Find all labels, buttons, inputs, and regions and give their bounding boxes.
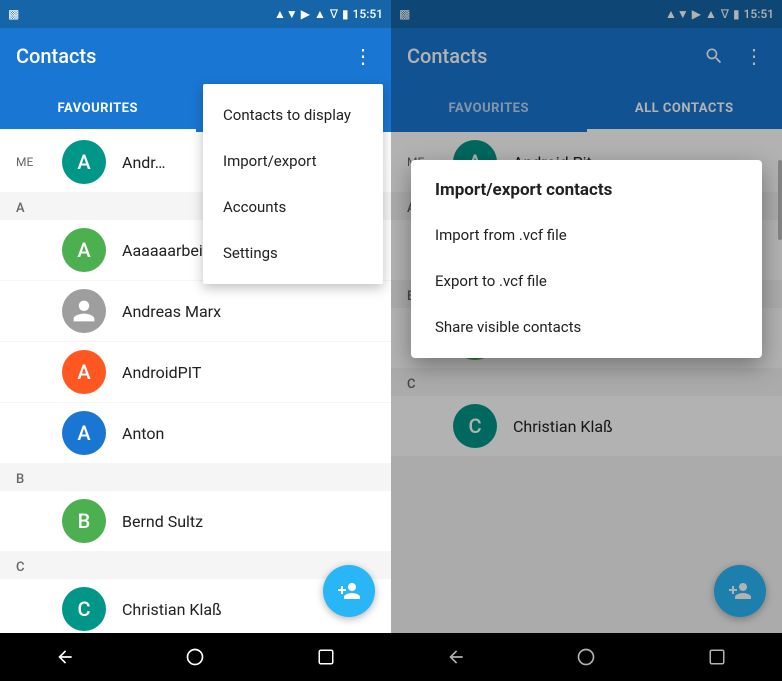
fab-add-contact-left[interactable]: [323, 565, 375, 617]
dropdown-menu-left[interactable]: Contacts to display Import/export Accoun…: [203, 84, 383, 284]
notification-icons: ▲▼ ▶: [274, 7, 310, 21]
status-bar-left-icons: ▩: [8, 7, 19, 21]
me-name-left: Andr…: [122, 153, 165, 172]
signal-icon: ▲: [314, 7, 326, 21]
home-icon-left: [185, 647, 205, 667]
home-button-left[interactable]: [171, 633, 219, 681]
section-b-header-left: B: [0, 464, 391, 491]
dialog-title: Import/export contacts: [411, 180, 762, 212]
app-title-left: Contacts: [16, 44, 351, 68]
status-bar-right-area: ▲▼ ▶ ▲ ∇ ▮ 15:51: [274, 7, 383, 21]
time-left: 15:51: [353, 7, 383, 21]
me-label-left: ME: [16, 155, 46, 169]
back-icon-left: [55, 647, 75, 667]
menu-import-export[interactable]: Import/export: [203, 138, 383, 184]
back-button-left[interactable]: [41, 633, 89, 681]
name-christian-left: Christian Klaß: [122, 600, 222, 619]
battery-icon: ▮: [342, 7, 349, 21]
contact-bernd-left[interactable]: B Bernd Sultz: [0, 491, 391, 551]
avatar-androidpit-left: A: [62, 350, 106, 394]
name-andreas-left: Andreas Marx: [122, 302, 221, 321]
nav-bar-left: [0, 633, 391, 681]
contact-androidpit-left[interactable]: A AndroidPIT: [0, 342, 391, 402]
avatar-aaaaaarbeit-left: A: [62, 228, 106, 272]
contact-anton-left[interactable]: A Anton: [0, 403, 391, 463]
sim-icon: ▩: [8, 7, 19, 21]
me-avatar-left: A: [62, 140, 106, 184]
dialog-item-import[interactable]: Import from .vcf file: [411, 212, 762, 258]
contact-andreas-left[interactable]: Andreas Marx: [0, 281, 391, 341]
menu-settings[interactable]: Settings: [203, 230, 383, 276]
recents-button-left[interactable]: [302, 633, 350, 681]
status-bar-left: ▩ ▲▼ ▶ ▲ ∇ ▮ 15:51: [0, 0, 391, 28]
menu-accounts[interactable]: Accounts: [203, 184, 383, 230]
dialog-item-share[interactable]: Share visible contacts: [411, 304, 762, 350]
avatar-anton-left: A: [62, 411, 106, 455]
menu-contacts-to-display[interactable]: Contacts to display: [203, 92, 383, 138]
wifi-icon: ∇: [330, 7, 338, 21]
app-bar-icons-left: ⋮: [351, 44, 375, 68]
name-aaaaaarbeit-left: Aaaaaarbeit: [122, 241, 208, 260]
avatar-andreas-left: [62, 289, 106, 333]
avatar-bernd-left: B: [62, 499, 106, 543]
more-vert-icon-left[interactable]: ⋮: [351, 44, 375, 68]
person-silhouette-icon: [71, 298, 97, 324]
screen-left: ▩ ▲▼ ▶ ▲ ∇ ▮ 15:51 Contacts ⋮ FAVOURITES…: [0, 0, 391, 681]
screen-right: ▩ ▲▼ ▶ ▲ ∇ ▮ 15:51 Contacts ⋮ FAVOURITES…: [391, 0, 782, 681]
dialog-item-export[interactable]: Export to .vcf file: [411, 258, 762, 304]
import-export-dialog[interactable]: Import/export contacts Import from .vcf …: [411, 160, 762, 358]
name-bernd-left: Bernd Sultz: [122, 512, 203, 531]
name-androidpit-left: AndroidPIT: [122, 363, 201, 382]
avatar-christian-left: C: [62, 587, 106, 631]
name-anton-left: Anton: [122, 424, 164, 443]
tab-favourites-left[interactable]: FAVOURITES: [0, 84, 196, 132]
add-person-icon-left: [337, 579, 361, 603]
app-bar-left: Contacts ⋮: [0, 28, 391, 84]
recents-icon-left: [317, 648, 335, 666]
